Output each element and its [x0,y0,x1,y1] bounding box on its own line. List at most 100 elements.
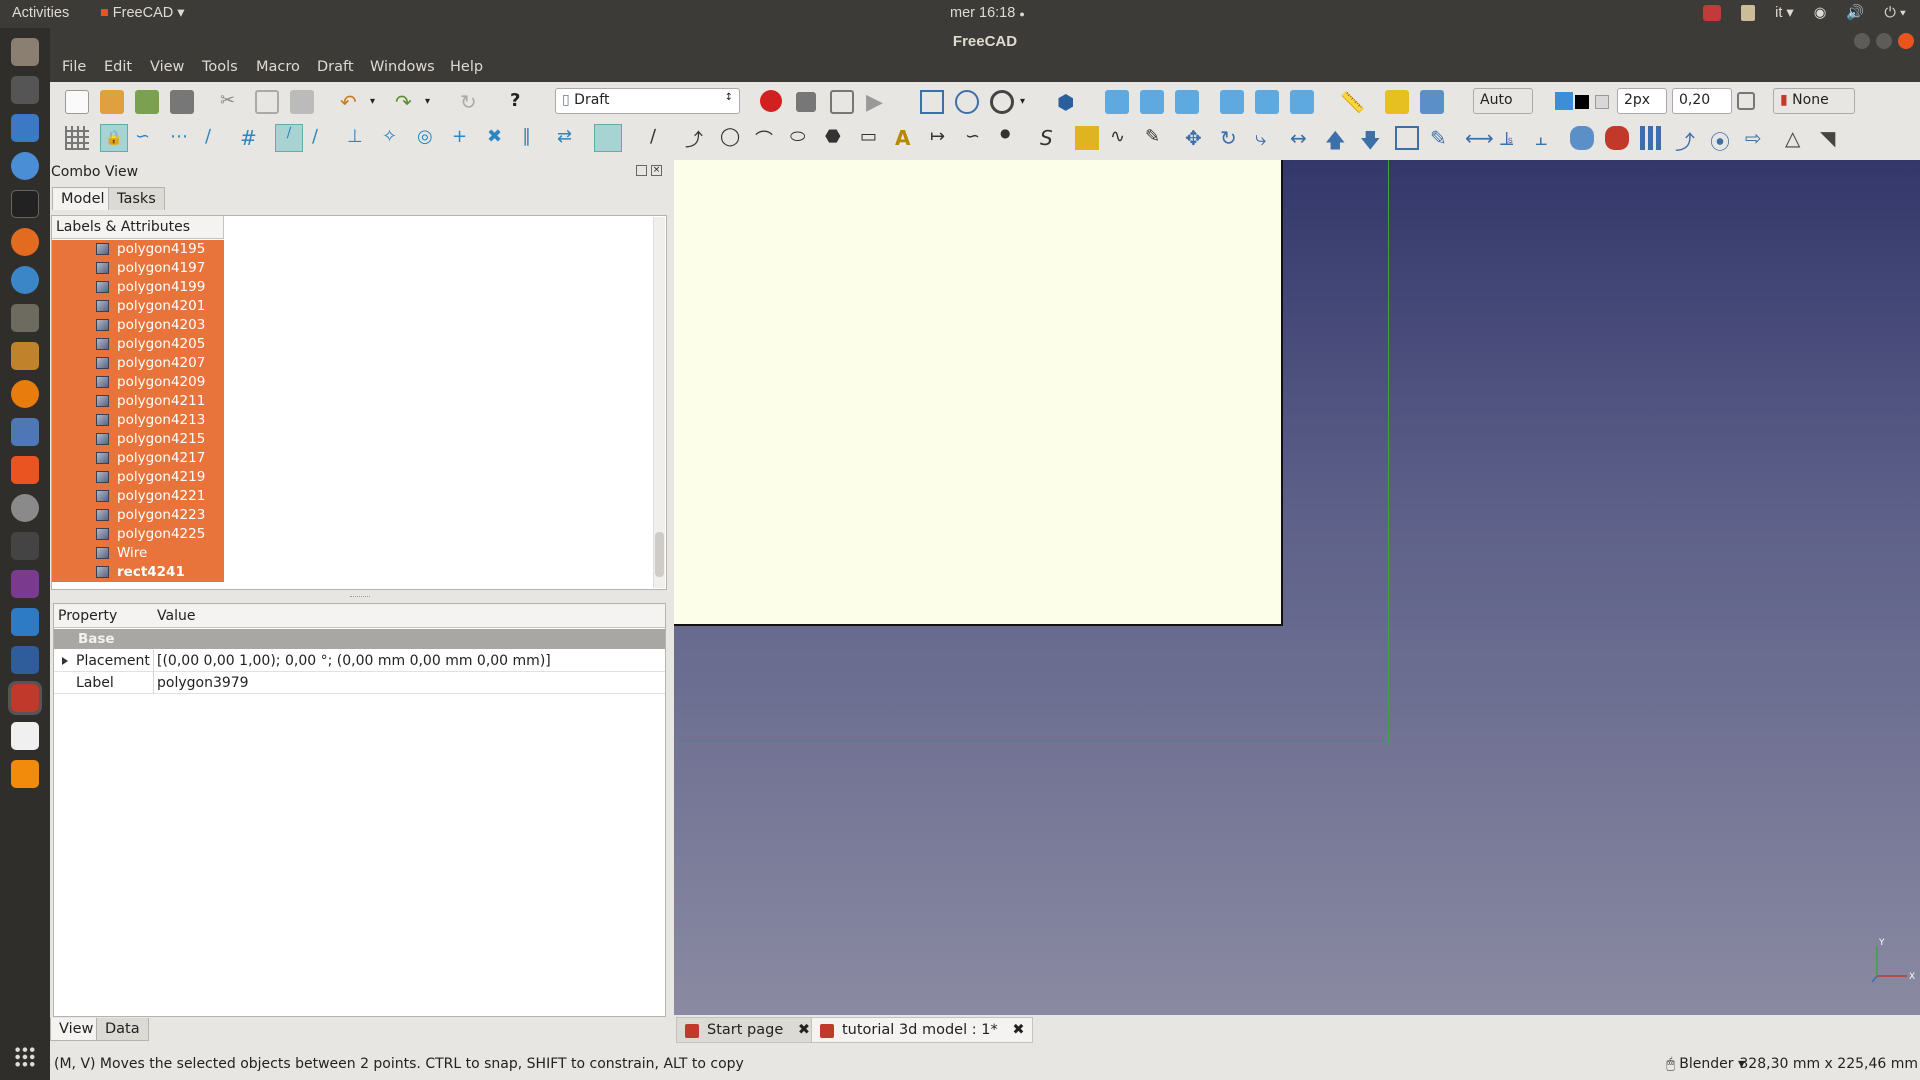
draft-dimension-icon[interactable]: ↦ [930,126,954,150]
draft-stretch-icon[interactable]: ◥ [1820,126,1844,150]
menu-draft[interactable]: Draft [317,59,354,75]
doc-tab-tutorial[interactable]: tutorial 3d model : 1* ✖ [811,1017,1034,1043]
tree-item[interactable]: polygon4199 [52,278,224,297]
snap-angle-icon[interactable]: ✧ [382,126,406,150]
bottom-view-icon[interactable] [1255,90,1279,114]
snap-midpoint-icon[interactable]: ⋯ [170,126,194,150]
tab-model[interactable]: Model [52,187,114,210]
tab-view[interactable]: View [50,1018,103,1041]
paste-icon[interactable] [290,90,314,114]
expand-arrow-icon[interactable] [62,657,68,665]
writer-launcher-icon[interactable] [11,114,39,142]
property-row-placement[interactable]: Placement [(0,00 0,00 1,00); 0,00 °; (0,… [54,650,665,672]
transfer-launcher-icon[interactable] [11,608,39,636]
record-macro-icon[interactable] [760,90,782,112]
draw-style-icon[interactable] [990,90,1014,114]
tree-item[interactable]: polygon4223 [52,506,224,525]
minimize-button[interactable] [1854,33,1870,49]
rear-view-icon[interactable] [1220,90,1244,114]
camera-indicator-icon[interactable] [1703,4,1722,21]
draft-edit-icon[interactable]: ✎ [1430,126,1454,150]
model-tree[interactable]: Labels & Attributes polygon4195 polygon4… [51,215,667,590]
draft-rectangle-icon[interactable]: ▭ [860,126,884,150]
close-window-button[interactable] [1898,33,1914,49]
construction-line-vertical[interactable] [1388,160,1389,744]
settings-launcher-icon[interactable] [11,494,39,522]
snap-perp-icon[interactable]: ⊥ [347,126,371,150]
property-value[interactable]: [(0,00 0,00 1,00); 0,00 °; (0,00 mm 0,00… [157,653,551,669]
menu-windows[interactable]: Windows [370,59,435,75]
3d-viewport[interactable]: Y X [674,160,1920,1015]
tree-item[interactable]: polygon4203 [52,316,224,335]
tree-item[interactable]: polygon4197 [52,259,224,278]
snap-dimensions-icon[interactable]: ⇄ [557,126,581,150]
draft-move-icon[interactable]: ✥ [1185,126,1209,150]
tree-item[interactable]: polygon4225 [52,525,224,544]
close-tab-icon[interactable]: ✖ [798,1022,810,1038]
close-tab-icon[interactable]: ✖ [1012,1022,1024,1038]
draft-offset-icon[interactable]: ⤷ [1255,126,1279,150]
language-indicator[interactable]: it ▾ [1775,5,1794,21]
draft-rotate-icon[interactable]: ↻ [1220,126,1244,150]
construction-mode-auto[interactable]: Auto [1473,88,1533,114]
snap-grid-icon[interactable]: # [240,126,264,150]
tab-tasks[interactable]: Tasks [108,187,165,210]
menu-view[interactable]: View [150,59,184,75]
workbench-selector[interactable]: ▯ Draft ↕ [555,88,740,114]
float-panel-button[interactable] [636,165,647,176]
virtualbox-launcher-icon[interactable] [11,646,39,674]
chromium-launcher-icon[interactable] [11,152,39,180]
undo-dropdown-icon[interactable]: ▾ [370,96,394,120]
camera-launcher-icon[interactable] [11,532,39,560]
draft-drawing-icon[interactable]: ⇨ [1745,126,1769,150]
isometric-view-icon[interactable]: ⬢ [1057,90,1081,114]
feather-launcher-icon[interactable] [11,266,39,294]
draft-to-sketch-icon[interactable] [1605,126,1629,150]
tree-item[interactable]: polygon4209 [52,373,224,392]
firefox-launcher-icon[interactable] [11,228,39,256]
video-editor-launcher-icon[interactable] [11,570,39,598]
navigation-style-selector[interactable]: 🖱 Blender ▾ [1666,1056,1745,1072]
draft-shape2dview-icon[interactable] [1570,126,1594,150]
snap-extension-icon[interactable]: ∕ [312,126,336,150]
wifi-icon[interactable]: ◉ [1814,5,1827,21]
files-launcher-icon[interactable] [11,38,39,66]
draft-wire-icon[interactable]: ⤴ [685,126,709,151]
draft-bspline-icon[interactable]: ∽ [965,126,989,150]
draft-clone-icon[interactable]: ⦿ [1710,126,1734,154]
redo-dropdown-icon[interactable]: ▾ [425,96,449,120]
menu-file[interactable]: File [62,59,86,75]
tree-item[interactable]: polygon4217 [52,449,224,468]
line-width-spinbox[interactable]: 2px [1617,88,1667,114]
tree-item[interactable]: polygon4211 [52,392,224,411]
tree-item[interactable]: polygon4207 [52,354,224,373]
close-panel-button[interactable]: × [651,165,662,176]
snap-working-plane-icon[interactable] [594,124,622,152]
draft-wire-to-bspline-icon[interactable]: ⟷ [1465,126,1494,150]
font-size-spinbox[interactable]: 0,20 [1672,88,1732,114]
menu-help[interactable]: Help [450,59,483,75]
snap-parallel-icon[interactable]: ∥ [522,126,546,150]
tree-scrollbar[interactable] [653,217,665,588]
blender-launcher-icon[interactable] [11,380,39,408]
run-macro-icon[interactable]: ▶ [866,90,890,115]
volume-icon[interactable]: 🔊 [1846,4,1864,21]
tree-item[interactable]: polygon4213 [52,411,224,430]
terminal-launcher-icon[interactable] [11,190,39,218]
draft-path-array-icon[interactable]: ⤴ [1675,126,1699,154]
print-icon[interactable] [170,90,194,114]
draft-scale-icon[interactable] [1395,126,1419,150]
scribus-launcher-icon[interactable] [11,342,39,370]
panel-splitter[interactable] [350,596,370,600]
tree-item[interactable]: polygon4221 [52,487,224,506]
edit-macro-icon[interactable] [830,90,854,114]
maximize-button[interactable] [1876,33,1892,49]
draft-add-point-icon[interactable]: ⫡ [1500,126,1524,150]
fit-all-icon[interactable] [920,90,944,114]
left-view-icon[interactable] [1290,90,1314,114]
whats-this-icon[interactable]: ? [510,90,534,114]
measure-distance-icon[interactable]: 📏 [1340,90,1365,114]
redo-icon[interactable]: ↷ [395,90,419,114]
draft-point-icon[interactable]: ● [1000,126,1024,150]
gimp-launcher-icon[interactable] [11,304,39,332]
